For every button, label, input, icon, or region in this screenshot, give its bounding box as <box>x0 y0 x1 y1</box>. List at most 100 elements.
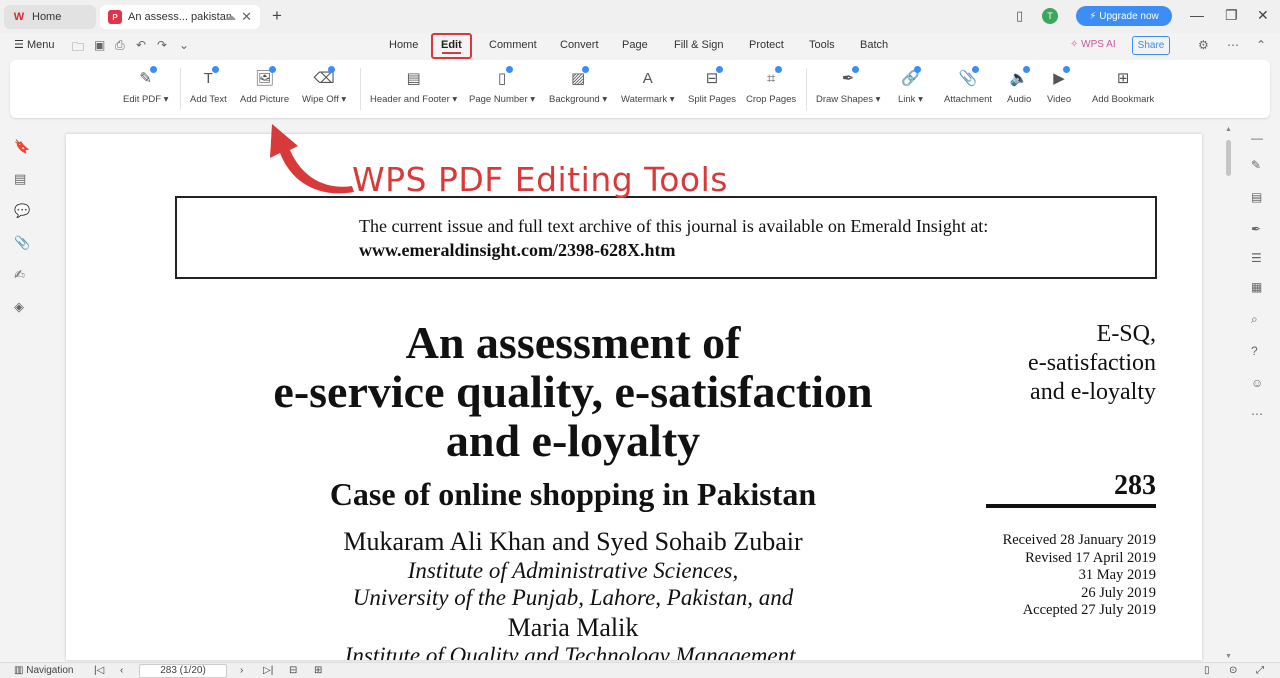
tab-edit[interactable]: Edit <box>431 33 472 59</box>
undo-icon[interactable]: ↶ <box>136 38 146 52</box>
cloud-icon[interactable]: ☁ <box>225 10 236 23</box>
status-bar: ▥ Navigation |◁ ‹ 283 (1/20) › ▷| ⊟ ⊞ ▯ … <box>0 662 1280 678</box>
redo-icon[interactable]: ↷ <box>157 38 167 52</box>
tab-page[interactable]: Page <box>622 39 648 51</box>
tab-home-ribbon[interactable]: Home <box>389 39 418 51</box>
panel-collapse-icon[interactable]: — <box>1251 131 1263 145</box>
tab-document[interactable]: P An assess... pakistan ☁ ✕ <box>100 5 260 29</box>
tab-tools[interactable]: Tools <box>809 39 835 51</box>
wipe-off-button[interactable]: ⌫ Wipe Off ▾ <box>302 66 346 105</box>
navigation-panel-icon: ▥ <box>14 665 24 676</box>
play-icon[interactable]: ⊙ <box>1229 665 1237 676</box>
last-page-icon[interactable]: ▷| <box>263 665 273 676</box>
search-icon[interactable]: ⌕ <box>1251 312 1258 327</box>
more-tools-icon[interactable]: ⋯ <box>1251 407 1263 421</box>
crop-pages-button[interactable]: ⌗ Crop Pages <box>746 66 796 105</box>
archive-notice-box: The current issue and full text archive … <box>175 196 1157 279</box>
new-tab-button[interactable]: + <box>272 6 282 26</box>
video-button[interactable]: ▶ Video <box>1047 66 1071 105</box>
menu-label: Menu <box>26 39 55 51</box>
thumbnails-icon[interactable]: ▤ <box>14 171 26 187</box>
annotation-label: WPS PDF Editing Tools <box>352 160 728 199</box>
menu-button[interactable]: ☰ Menu <box>14 38 54 51</box>
wps-ai-button[interactable]: ✧ WPS AI <box>1070 39 1116 50</box>
minimize-icon[interactable]: — <box>1190 7 1204 23</box>
scroll-thumb[interactable] <box>1226 140 1231 176</box>
signature-icon[interactable]: ✍ <box>14 267 25 283</box>
watermark-button[interactable]: A Watermark ▾ <box>621 66 675 106</box>
tab-protect[interactable]: Protect <box>749 39 784 51</box>
more-icon[interactable]: ⋯ <box>1227 38 1239 52</box>
date-revised-3: 26 July 2019 <box>1081 584 1156 601</box>
close-window-icon[interactable]: ✕ <box>1257 7 1269 24</box>
add-picture-button[interactable]: 🖼 Add Picture <box>240 66 289 105</box>
wps-ai-label: WPS AI <box>1081 39 1116 50</box>
tab-document-label: An assess... pakistan <box>128 11 232 23</box>
comment-icon[interactable]: 💬 <box>14 203 30 219</box>
properties-icon[interactable]: ▦ <box>1251 280 1262 294</box>
watermark-label: Watermark ▾ <box>621 94 675 105</box>
annotation-arrow-icon <box>270 124 354 194</box>
share-button[interactable]: Share <box>1132 36 1170 55</box>
draw-shapes-button[interactable]: ✒ Draw Shapes ▾ <box>816 66 880 105</box>
archive-notice-text: The current issue and full text archive … <box>359 216 989 236</box>
bookmark-add-icon: ⊞ <box>1116 70 1130 87</box>
tab-fill-sign[interactable]: Fill & Sign <box>674 39 724 51</box>
next-page-icon[interactable]: › <box>240 665 243 676</box>
layers-icon[interactable]: ◈ <box>14 299 24 315</box>
reading-mode-icon[interactable]: ▯ <box>1204 665 1210 676</box>
collapse-ribbon-icon[interactable]: ⌃ <box>1256 38 1266 52</box>
help-icon[interactable]: ? <box>1251 344 1258 358</box>
page-number-button[interactable]: ▯ Page Number ▾ <box>469 66 535 105</box>
vertical-scrollbar[interactable]: ▲ ▼ <box>1225 126 1232 660</box>
edit-panel-icon[interactable]: ✎ <box>1251 158 1261 172</box>
document-icon[interactable]: ▤ <box>1251 190 1262 204</box>
navigation-toggle[interactable]: ▥ Navigation <box>14 665 74 676</box>
open-folder-icon[interactable]: 🗀 <box>72 38 84 59</box>
print-icon[interactable]: ⎙ <box>115 38 125 53</box>
upgrade-button[interactable]: ⚡ Upgrade now <box>1076 6 1172 26</box>
fit-page-icon[interactable]: ⤢ <box>1256 665 1264 676</box>
split-pages-icon: ⊟ <box>701 66 724 90</box>
chevron-down-icon[interactable]: ⌄ <box>179 38 189 52</box>
link-button[interactable]: 🔗 Link ▾ <box>898 66 923 105</box>
bookmark-icon[interactable]: 🔖 <box>14 139 30 155</box>
scroll-down-icon[interactable]: ▼ <box>1225 653 1232 660</box>
assistant-icon[interactable]: ☺ <box>1251 376 1263 390</box>
scroll-up-icon[interactable]: ▲ <box>1225 126 1232 133</box>
avatar[interactable]: T <box>1042 8 1058 24</box>
close-tab-icon[interactable]: ✕ <box>241 9 252 25</box>
forward-icon[interactable]: ⊞ <box>314 665 322 676</box>
paper-title-line-1: An assessment of <box>405 317 741 368</box>
draw-shapes-label: Draw Shapes ▾ <box>816 94 881 105</box>
split-pages-button[interactable]: ⊟ Split Pages <box>688 66 736 105</box>
attachment-panel-icon[interactable]: 📎 <box>14 235 30 251</box>
audio-button[interactable]: 🔈 Audio <box>1007 66 1031 105</box>
window-layout-icon[interactable]: ▯ <box>1016 8 1023 24</box>
picture-icon: 🖼 <box>254 66 276 90</box>
add-text-button[interactable]: T Add Text <box>190 66 227 105</box>
save-icon[interactable]: ▣ <box>94 38 105 52</box>
tab-comment[interactable]: Comment <box>489 39 537 51</box>
tab-batch[interactable]: Batch <box>860 39 888 51</box>
back-icon[interactable]: ⊟ <box>289 665 297 676</box>
add-bookmark-button[interactable]: ⊞ Add Bookmark <box>1092 66 1154 105</box>
background-icon: ▨ <box>567 66 590 90</box>
sign-icon[interactable]: ✒ <box>1251 222 1261 236</box>
header-footer-button[interactable]: ▤ Header and Footer ▾ <box>370 66 457 105</box>
upgrade-label: Upgrade now <box>1099 10 1159 22</box>
attachment-button[interactable]: 📎 Attachment <box>944 66 992 105</box>
edit-pdf-button[interactable]: ✎ Edit PDF ▾ <box>123 66 168 105</box>
page-number-input[interactable]: 283 (1/20) <box>139 664 227 678</box>
tab-home[interactable]: W Home <box>4 5 96 29</box>
date-accepted: Accepted 27 July 2019 <box>1022 602 1156 618</box>
prev-page-icon[interactable]: ‹ <box>120 665 123 676</box>
restore-icon[interactable]: ❐ <box>1225 7 1238 24</box>
side-heading-line-2: e-satisfaction <box>1028 350 1156 376</box>
outline-icon[interactable]: ☰ <box>1251 251 1262 265</box>
add-picture-label: Add Picture <box>240 94 290 105</box>
tab-convert[interactable]: Convert <box>560 39 599 51</box>
background-button[interactable]: ▨ Background ▾ <box>549 66 607 105</box>
first-page-icon[interactable]: |◁ <box>94 665 104 676</box>
settings-icon[interactable]: ⚙ <box>1198 38 1209 52</box>
